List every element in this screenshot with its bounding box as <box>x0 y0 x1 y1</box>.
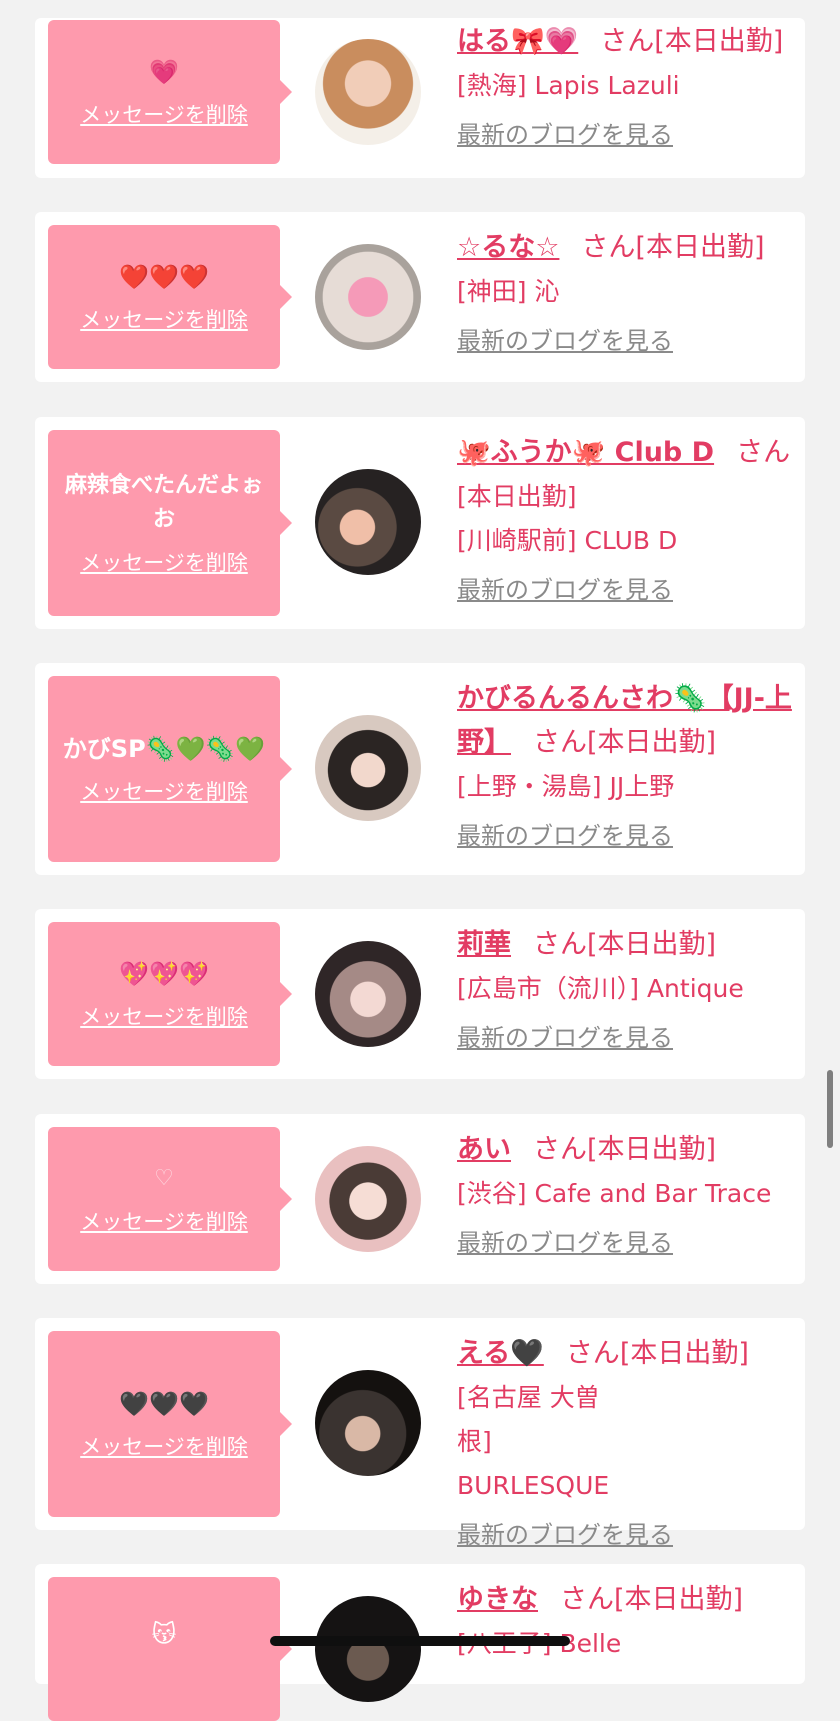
top-edge <box>0 0 840 18</box>
cast-name-link[interactable]: える🖤 <box>457 1338 544 1369</box>
blog-link[interactable]: 最新のブログを見る <box>457 1516 673 1554</box>
delete-message-button[interactable]: メッセージを削除 <box>80 1206 248 1236</box>
honorific: さん <box>581 232 636 263</box>
honorific: さん <box>533 1134 587 1165</box>
scrollbar[interactable] <box>827 1070 833 1148</box>
delete-message-button[interactable]: メッセージを削除 <box>80 776 248 806</box>
status-badge: [本日出勤] <box>587 1134 717 1165</box>
status-badge: [本日出勤] <box>654 26 784 57</box>
message-text: 麻辣食べたんだよぉお <box>64 473 263 532</box>
avatar[interactable] <box>315 244 421 350</box>
cast-name-link[interactable]: 🐙ふうか🐙 Club D <box>457 437 714 468</box>
cast-info: える🖤 さん[本日出勤] [名古屋 大曽根] BURLESQUE 最新のブログを見… <box>457 1332 795 1554</box>
message-bubble: 麻辣食べたんだよぉお メッセージを削除 <box>48 430 292 616</box>
shop-label: [広島市（流川）] Antique <box>457 974 744 1003</box>
list-item: ♡ メッセージを削除 あい さん[本日出勤] [渋谷] Cafe and Bar … <box>35 1114 805 1284</box>
shop-label: [渋谷] Cafe and Bar Trace <box>457 1179 772 1208</box>
message-text: かびSP🦠💚🦠💚 <box>62 735 266 763</box>
blog-link[interactable]: 最新のブログを見る <box>457 571 673 609</box>
cast-info: 莉華 さん[本日出勤] [広島市（流川）] Antique 最新のブログを見る <box>457 923 795 1057</box>
cast-name-link[interactable]: あい <box>457 1134 511 1165</box>
cast-name-link[interactable]: ゆきな <box>457 1584 538 1615</box>
cast-name-link[interactable]: はる🎀💗 <box>457 26 578 57</box>
message-bubble: ♡ メッセージを削除 <box>48 1127 292 1271</box>
cast-info: 🐙ふうか🐙 Club D さん [本日出勤] [川崎駅前] CLUB D 最新のブ… <box>457 431 795 609</box>
message-bubble: ❤️❤️❤️ メッセージを削除 <box>48 225 292 369</box>
avatar[interactable] <box>315 469 421 575</box>
honorific: さん <box>736 437 791 468</box>
home-indicator[interactable] <box>270 1636 570 1646</box>
message-bubble: かびSP🦠💚🦠💚 メッセージを削除 <box>48 676 292 862</box>
blog-link[interactable]: 最新のブログを見る <box>457 817 673 855</box>
delete-message-button[interactable]: メッセージを削除 <box>80 304 248 334</box>
list-item: 麻辣食べたんだよぉお メッセージを削除 🐙ふうか🐙 Club D さん [本日出勤… <box>35 417 805 629</box>
list-item: かびSP🦠💚🦠💚 メッセージを削除 かびるんるんさわ🦠【JJ-上野】 さん[本日出… <box>35 663 805 875</box>
shop-label: [熱海] Lapis Lazuli <box>457 71 680 100</box>
cast-name-link[interactable]: 莉華 <box>457 929 511 960</box>
blog-link[interactable]: 最新のブログを見る <box>457 116 673 154</box>
message-bubble: 🖤🖤🖤 メッセージを削除 <box>48 1331 292 1517</box>
shop-label: [神田] 沁 <box>457 277 560 306</box>
list-item: 💖💖💖 メッセージを削除 莉華 さん[本日出勤] [広島市（流川）] Antiqu… <box>35 909 805 1079</box>
status-badge: [本日出勤] <box>619 1338 749 1369</box>
delete-message-button[interactable]: メッセージを削除 <box>80 1431 248 1461</box>
message-text: ♡ <box>154 1166 174 1191</box>
list-item: 🖤🖤🖤 メッセージを削除 える🖤 さん[本日出勤] [名古屋 大曽根] BURLE… <box>35 1318 805 1549</box>
shop-label: [川崎駅前] CLUB D <box>457 526 678 555</box>
message-text: 💗 <box>149 58 179 86</box>
honorific: さん <box>533 929 587 960</box>
delete-message-button[interactable]: メッセージを削除 <box>80 99 248 129</box>
list-item: 💗 メッセージを削除 はる🎀💗 さん[本日出勤] [熱海] Lapis Lazul… <box>35 18 805 178</box>
status-badge: [本日出勤] <box>587 929 717 960</box>
message-bubble: 💗 メッセージを削除 <box>48 20 292 164</box>
status-badge: [本日出勤] <box>635 232 765 263</box>
message-text: 🖤🖤🖤 <box>119 1390 209 1418</box>
delete-message-button[interactable]: メッセージを削除 <box>80 547 248 577</box>
shop-label: [名古屋 大曽根] BURLESQUE <box>457 1383 610 1500</box>
honorific: さん <box>600 26 655 57</box>
cast-name-link[interactable]: ☆るな☆ <box>457 232 559 263</box>
delete-message-button[interactable]: メッセージを削除 <box>80 1001 248 1031</box>
cast-info: はる🎀💗 さん[本日出勤] [熱海] Lapis Lazuli 最新のブログを見る <box>457 20 795 154</box>
message-text: ❤️❤️❤️ <box>119 263 209 291</box>
blog-link[interactable]: 最新のブログを見る <box>457 1019 673 1057</box>
avatar[interactable] <box>315 39 421 145</box>
blog-link[interactable]: 最新のブログを見る <box>457 1224 673 1262</box>
blog-link[interactable]: 最新のブログを見る <box>457 322 673 360</box>
cast-info: ゆきなさん[本日出勤] [八王子] Belle <box>457 1578 795 1666</box>
status-badge: [本日出勤] <box>587 727 717 758</box>
avatar[interactable] <box>315 1146 421 1252</box>
honorific: さん <box>560 1584 614 1615</box>
status-badge: [本日出勤] <box>457 482 577 511</box>
cast-info: かびるんるんさわ🦠【JJ-上野】 さん[本日出勤] [上野・湯島] JJ上野 最新… <box>457 677 795 855</box>
message-bubble: 😽 <box>48 1577 292 1721</box>
message-text: 💖💖💖 <box>119 960 209 988</box>
cast-info: あい さん[本日出勤] [渋谷] Cafe and Bar Trace 最新のブロ… <box>457 1128 795 1262</box>
shop-label: [上野・湯島] JJ上野 <box>457 772 675 801</box>
list-item: ❤️❤️❤️ メッセージを削除 ☆るな☆ さん[本日出勤] [神田] 沁 最新のブ… <box>35 212 805 382</box>
honorific: さん <box>533 727 587 758</box>
list-item: 😽 ゆきなさん[本日出勤] [八王子] Belle <box>35 1564 805 1721</box>
message-text: 😽 <box>151 1620 177 1648</box>
status-badge: [本日出勤] <box>614 1584 744 1615</box>
avatar[interactable] <box>315 941 421 1047</box>
avatar[interactable] <box>315 1596 421 1702</box>
avatar[interactable] <box>315 1370 421 1476</box>
honorific: さん <box>565 1338 620 1369</box>
message-bubble: 💖💖💖 メッセージを削除 <box>48 922 292 1066</box>
cast-info: ☆るな☆ さん[本日出勤] [神田] 沁 最新のブログを見る <box>457 226 795 360</box>
avatar[interactable] <box>315 715 421 821</box>
